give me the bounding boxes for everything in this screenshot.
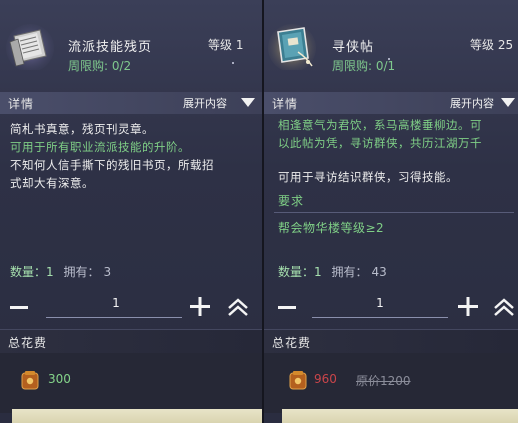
- quantity-info: 数量：1 拥有： 43: [278, 263, 387, 280]
- decor-dot: [232, 62, 234, 64]
- quantity-value[interactable]: 1: [96, 296, 136, 310]
- buy-button[interactable]: [282, 409, 518, 423]
- total-cost-header: 总花费: [264, 329, 518, 353]
- weekly-limit: 周限购: 0/2: [68, 59, 132, 73]
- owned-value: 3: [103, 265, 112, 279]
- detail-title: 详情: [8, 97, 35, 111]
- owned-label: 拥有：: [331, 265, 368, 279]
- coin-pouch-icon: [21, 371, 39, 390]
- scroll-book-icon: [268, 24, 316, 70]
- owned-label: 拥有：: [63, 265, 100, 279]
- item-level: 等级 1: [208, 38, 244, 52]
- requirement-value: 帮会物华楼等级≥2: [278, 221, 385, 235]
- buy-button[interactable]: [12, 409, 262, 423]
- requirement-title: 要求: [278, 194, 305, 208]
- desc-line: 式却大有深意。: [10, 176, 94, 190]
- desc-line: 可用于寻访结识群侠，习得技能。: [278, 170, 458, 184]
- total-cost-header: 总花费: [0, 329, 262, 353]
- chevron-down-icon[interactable]: [500, 96, 516, 108]
- cost-area: 960 原价1200: [264, 353, 518, 413]
- quantity-stepper: 1: [264, 293, 518, 329]
- plus-icon[interactable]: [454, 293, 482, 321]
- minus-icon[interactable]: [6, 293, 34, 321]
- detail-section-header[interactable]: 详情 展开内容: [0, 92, 262, 114]
- quantity-stepper: 1: [0, 293, 262, 329]
- chevron-down-icon[interactable]: [240, 96, 256, 108]
- original-price: 原价1200: [356, 374, 411, 388]
- weekly-limit: 周限购: 0/1: [332, 59, 396, 73]
- item-description: 简札书真意，残页刊灵章。 可用于所有职业流派技能的升阶。 不知何人信手撕下的残旧…: [10, 120, 214, 192]
- item-name: 流派技能残页: [68, 40, 153, 55]
- desc-line: 可用于所有职业流派技能的升阶。: [10, 140, 190, 154]
- book-pages-icon: [6, 24, 54, 70]
- quantity-label: 数量：1: [278, 265, 322, 279]
- total-cost-title: 总花费: [272, 336, 312, 350]
- detail-section-header[interactable]: 详情 展开内容: [264, 92, 518, 114]
- coin-pouch-icon: [289, 371, 307, 390]
- requirement-divider: [274, 212, 514, 213]
- double-chevron-up-icon[interactable]: [490, 293, 518, 321]
- expand-label[interactable]: 展开内容: [450, 95, 494, 111]
- desc-line: 不知何人信手撕下的残旧书页，所载招: [10, 158, 214, 172]
- minus-icon[interactable]: [274, 293, 302, 321]
- decor-dot: [388, 58, 390, 60]
- quantity-value[interactable]: 1: [360, 296, 400, 310]
- item-card-left: 流派技能残页 等级 1 周限购: 0/2 详情 展开内容 简札书真意，残页刊灵章…: [0, 0, 262, 423]
- discount-price: 960: [314, 372, 337, 386]
- desc-line: 相逢意气为君饮，系马高楼垂柳边。可: [278, 118, 482, 132]
- double-chevron-up-icon[interactable]: [224, 293, 252, 321]
- item-level: 等级 25: [470, 38, 514, 52]
- quantity-info: 数量：1 拥有： 3: [10, 263, 111, 280]
- quantity-input-underline: [46, 317, 182, 318]
- quantity-input-underline: [312, 317, 448, 318]
- item-header: 寻侠帖 等级 25 周限购: 0/1: [264, 0, 518, 88]
- item-card-right: 寻侠帖 等级 25 周限购: 0/1 详情 展开内容 相逢意气为君饮，系马高楼垂…: [264, 0, 518, 423]
- quantity-label: 数量：1: [10, 265, 54, 279]
- total-price: 300: [48, 372, 71, 386]
- total-cost-title: 总花费: [8, 336, 48, 350]
- detail-title: 详情: [272, 97, 299, 111]
- expand-label[interactable]: 展开内容: [183, 95, 227, 111]
- desc-line: [278, 152, 482, 168]
- item-name: 寻侠帖: [332, 40, 375, 55]
- cost-area: 300: [0, 353, 262, 413]
- owned-value: 43: [371, 265, 387, 279]
- desc-line: 简札书真意，残页刊灵章。: [10, 122, 154, 136]
- item-header: 流派技能残页 等级 1 周限购: 0/2: [0, 0, 262, 88]
- item-description: 相逢意气为君饮，系马高楼垂柳边。可 以此帖为凭，寻访群侠，共历江湖万千 可用于寻…: [278, 116, 482, 186]
- desc-line: 以此帖为凭，寻访群侠，共历江湖万千: [278, 136, 482, 150]
- plus-icon[interactable]: [186, 293, 214, 321]
